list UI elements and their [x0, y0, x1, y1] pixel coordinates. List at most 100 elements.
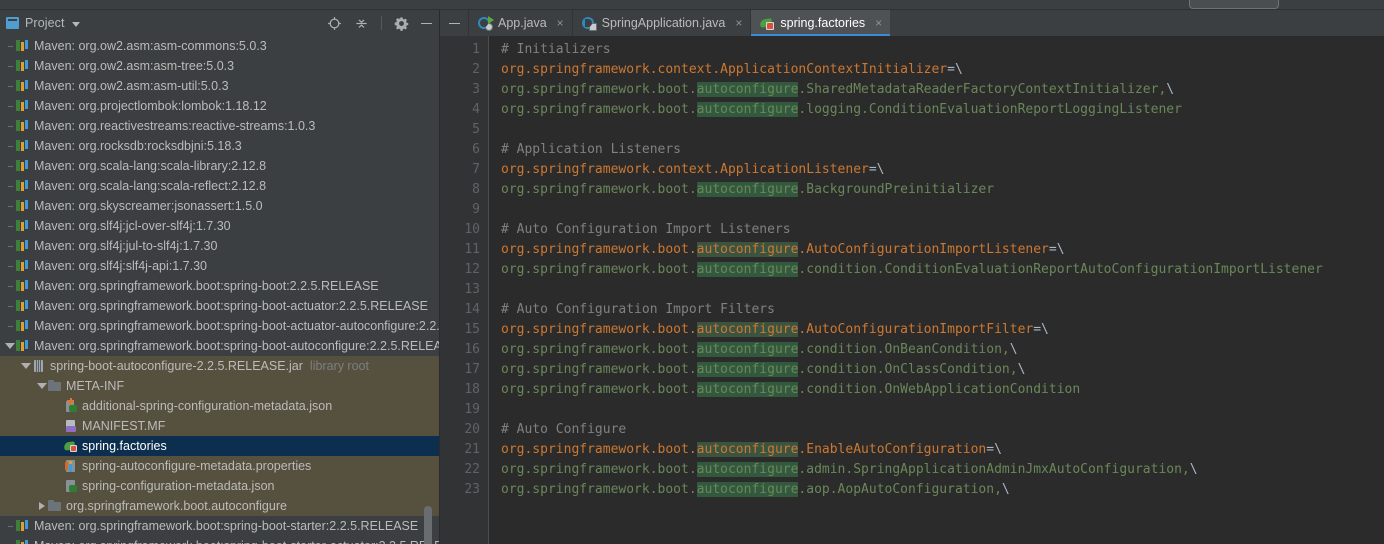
sidebar-editor-divider[interactable]	[439, 10, 440, 544]
gear-icon[interactable]	[394, 16, 409, 31]
search-match-highlight: autoconfigure	[696, 102, 799, 117]
tree-row[interactable]: Maven: org.springframework.boot:spring-b…	[0, 316, 440, 336]
line-number: 4	[472, 102, 480, 117]
tree-dash-icon	[4, 205, 16, 207]
tree-row[interactable]: Maven: org.skyscreamer:jsonassert:1.5.0	[0, 196, 440, 216]
tree-row[interactable]: Maven: org.scala-lang:scala-library:2.12…	[0, 156, 440, 176]
chevron-down-icon[interactable]	[4, 343, 16, 349]
line-number: 13	[464, 282, 480, 297]
code-viewport[interactable]: 1 2 3 4 5 6 7 8 9 10 11 12 13 14 15 16 17 18 19 20 21 22 23 # …	[440, 36, 1384, 544]
line-number: 5	[472, 122, 480, 137]
chevron-down-icon[interactable]	[71, 21, 80, 27]
tree-row[interactable]: Maven: org.springframework.boot:spring-b…	[0, 276, 440, 296]
tree-row[interactable]: Maven: org.springframework.boot:spring-b…	[0, 516, 440, 536]
tree-row[interactable]: spring-autoconfigure-metadata.properties	[0, 456, 440, 476]
code-token: .BackgroundPreinitializer	[798, 182, 995, 197]
tree-row-label: Maven: org.springframework.boot:spring-b…	[34, 279, 379, 293]
collapse-all-icon[interactable]	[354, 16, 369, 31]
tree-row[interactable]: spring-boot-autoconfigure-2.2.5.RELEASE.…	[0, 356, 440, 376]
code-token: org.springframework.boot.	[501, 382, 697, 397]
tree-row[interactable]: Maven: org.ow2.asm:asm-tree:5.0.3	[0, 56, 440, 76]
code-line: org.springframework.boot.autoconfigure.a…	[501, 480, 1384, 500]
tree-row[interactable]: Maven: org.springframework.boot:spring-b…	[0, 536, 440, 544]
scroll-from-source-icon[interactable]	[327, 16, 342, 31]
tree-row-label: Maven: org.ow2.asm:asm-commons:5.0.3	[34, 39, 267, 53]
json-icon	[64, 479, 78, 493]
code-content[interactable]: # Initializers org.springframework.contex…	[489, 36, 1384, 544]
line-number: 7	[472, 162, 480, 177]
tree-row-label: Maven: org.projectlombok:lombok:1.18.12	[34, 99, 267, 113]
editor-area: App.java × SpringApplication.java × spring.f…	[440, 10, 1384, 544]
tree-row-label: spring-boot-autoconfigure-2.2.5.RELEASE.…	[50, 359, 303, 373]
project-tree-scrollbar[interactable]	[424, 506, 432, 544]
chevron-down-icon[interactable]	[20, 363, 32, 369]
tree-row[interactable]: MANIFEST.MF	[0, 416, 440, 436]
tree-row[interactable]: Maven: org.springframework.boot:spring-b…	[0, 336, 440, 356]
window-top-strip	[0, 0, 1384, 10]
close-icon[interactable]: ×	[875, 16, 882, 30]
tree-row-label: MANIFEST.MF	[82, 419, 166, 433]
code-token: =\	[868, 162, 885, 177]
line-number: 8	[472, 182, 480, 197]
close-icon[interactable]: ×	[557, 16, 564, 30]
tree-row[interactable]: spring.factories	[0, 436, 440, 456]
tree-dash-icon	[4, 285, 16, 287]
code-token: \	[1017, 362, 1026, 377]
editor-tab[interactable]: spring.factories ×	[750, 10, 891, 36]
tree-row[interactable]: Maven: org.slf4j:jcl-over-slf4j:1.7.30	[0, 216, 440, 236]
tree-row[interactable]: additional-spring-configuration-metadata…	[0, 396, 440, 416]
tree-row[interactable]: Maven: org.projectlombok:lombok:1.18.12	[0, 96, 440, 116]
chevron-right-icon[interactable]	[36, 502, 48, 510]
tree-row[interactable]: Maven: org.scala-lang:scala-reflect:2.12…	[0, 176, 440, 196]
tree-row[interactable]: org.springframework.boot.autoconfigure	[0, 496, 440, 516]
tree-row[interactable]: Maven: org.ow2.asm:asm-commons:5.0.3	[0, 36, 440, 56]
tree-row[interactable]: Maven: org.rocksdb:rocksdbjni:5.18.3	[0, 136, 440, 156]
code-token: \	[1001, 482, 1010, 497]
code-line: org.springframework.boot.autoconfigure.A…	[501, 240, 1384, 260]
tree-row-label: Maven: org.springframework.boot:spring-b…	[34, 339, 440, 353]
line-number: 23	[464, 482, 480, 497]
editor-tab[interactable]: SpringApplication.java ×	[571, 10, 751, 36]
line-number: 3	[472, 82, 480, 97]
tree-row[interactable]: META-INF	[0, 376, 440, 396]
code-token: org.springframework.boot.	[501, 362, 697, 377]
project-panel-toolbar	[327, 10, 432, 36]
tree-row-label: Maven: org.skyscreamer:jsonassert:1.5.0	[34, 199, 263, 213]
tree-row[interactable]: spring-configuration-metadata.json	[0, 476, 440, 496]
line-number: 16	[464, 342, 480, 357]
tree-row[interactable]: Maven: org.reactivestreams:reactive-stre…	[0, 116, 440, 136]
close-icon[interactable]: ×	[735, 16, 742, 30]
tree-row[interactable]: Maven: org.springframework.boot:spring-b…	[0, 296, 440, 316]
editor-minimize-button[interactable]	[440, 10, 468, 36]
properties-icon	[64, 459, 78, 473]
tree-row[interactable]: Maven: org.slf4j:slf4j-api:1.7.30	[0, 256, 440, 276]
code-line: org.springframework.boot.autoconfigure.c…	[501, 380, 1384, 400]
project-panel-header: Project	[0, 10, 440, 36]
tree-dash-icon	[4, 85, 16, 87]
code-line: org.springframework.boot.autoconfigure.l…	[501, 100, 1384, 120]
code-token: org.springframework.boot.	[501, 242, 697, 257]
tree-row-label: Maven: org.springframework.boot:spring-b…	[34, 299, 428, 313]
tree-row[interactable]: Maven: org.slf4j:jul-to-slf4j:1.7.30	[0, 236, 440, 256]
tree-row[interactable]: Maven: org.ow2.asm:asm-util:5.0.3	[0, 76, 440, 96]
search-match-highlight: autoconfigure	[696, 322, 799, 337]
tree-dash-icon	[4, 45, 16, 47]
maven-icon	[16, 339, 30, 353]
tree-row-label: org.springframework.boot.autoconfigure	[66, 499, 287, 513]
project-panel-title[interactable]: Project	[25, 16, 65, 30]
hide-panel-icon[interactable]	[421, 22, 432, 24]
project-tree-scroll[interactable]: Maven: org.ow2.asm:asm-commons:5.0.3 Mave…	[0, 36, 440, 544]
code-line: # Auto Configure	[501, 420, 1384, 440]
editor-tab[interactable]: App.java ×	[468, 10, 572, 36]
java-class-run-icon	[478, 16, 494, 31]
code-token: org.springframework.boot.	[501, 82, 697, 97]
toolbar-separator	[381, 16, 382, 30]
code-token: org.springframework.boot.	[501, 482, 697, 497]
folder-icon	[48, 499, 62, 513]
tree-dash-icon	[4, 105, 16, 107]
code-token: org.springframework.boot.	[501, 322, 697, 337]
chevron-down-icon[interactable]	[36, 383, 48, 389]
code-token: .condition.OnWebApplicationCondition	[798, 382, 1081, 397]
maven-icon	[16, 259, 30, 273]
